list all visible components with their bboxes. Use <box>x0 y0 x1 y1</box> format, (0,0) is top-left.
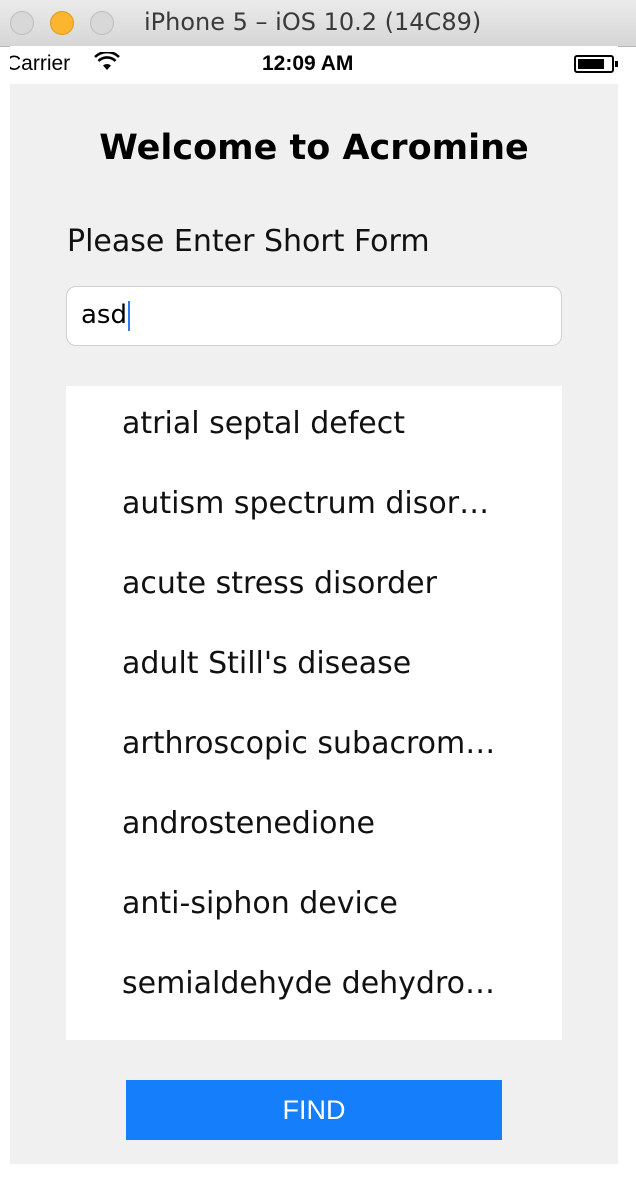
clock: 12:09 AM <box>262 52 354 75</box>
list-item-label: adult Still's disease <box>122 646 412 681</box>
list-item[interactable]: acute stress disorder <box>66 546 562 626</box>
minimize-window-button[interactable] <box>50 11 74 35</box>
list-item-label: acute stress disorder <box>122 566 437 601</box>
list-item[interactable]: semialdehyde dehydro… <box>66 946 562 1026</box>
window-title: iPhone 5 – iOS 10.2 (14C89) <box>144 8 482 36</box>
battery-icon <box>574 55 618 73</box>
find-button[interactable]: FIND <box>126 1080 502 1140</box>
list-item[interactable]: androstenedione <box>66 786 562 866</box>
list-item[interactable]: arthroscopic subacrom… <box>66 706 562 786</box>
list-item-label: semialdehyde dehydro… <box>122 966 496 1001</box>
simulator-screen: Carrier 12:09 AM Welcome to Acromine Ple… <box>10 46 618 1164</box>
list-item-label: androstenedione <box>122 806 375 841</box>
short-form-input[interactable]: asd <box>66 286 562 346</box>
text-caret <box>127 300 130 331</box>
carrier-label: Carrier <box>10 52 71 75</box>
window-title-bar: iPhone 5 – iOS 10.2 (14C89) <box>0 0 636 47</box>
list-item-label: atrial septal defect <box>122 406 405 441</box>
prompt-label: Please Enter Short Form <box>67 224 430 259</box>
input-value: asd <box>81 300 130 331</box>
list-item[interactable]: anti-siphon device <box>66 866 562 946</box>
wifi-icon <box>94 50 120 72</box>
results-list[interactable]: atrial septal defect autism spectrum dis… <box>66 386 562 1040</box>
close-window-button[interactable] <box>10 11 34 35</box>
page-title: Welcome to Acromine <box>99 128 529 168</box>
status-bar: Carrier 12:09 AM <box>10 46 618 84</box>
list-item[interactable]: atrial septal defect <box>66 386 562 466</box>
list-item[interactable]: autism spectrum disor… <box>66 466 562 546</box>
list-item[interactable]: adult Still's disease <box>66 626 562 706</box>
list-item-label: anti-siphon device <box>122 886 398 921</box>
list-item-label: arthroscopic subacrom… <box>122 726 496 761</box>
list-item-label: autism spectrum disor… <box>122 486 490 521</box>
zoom-window-button[interactable] <box>90 11 114 35</box>
